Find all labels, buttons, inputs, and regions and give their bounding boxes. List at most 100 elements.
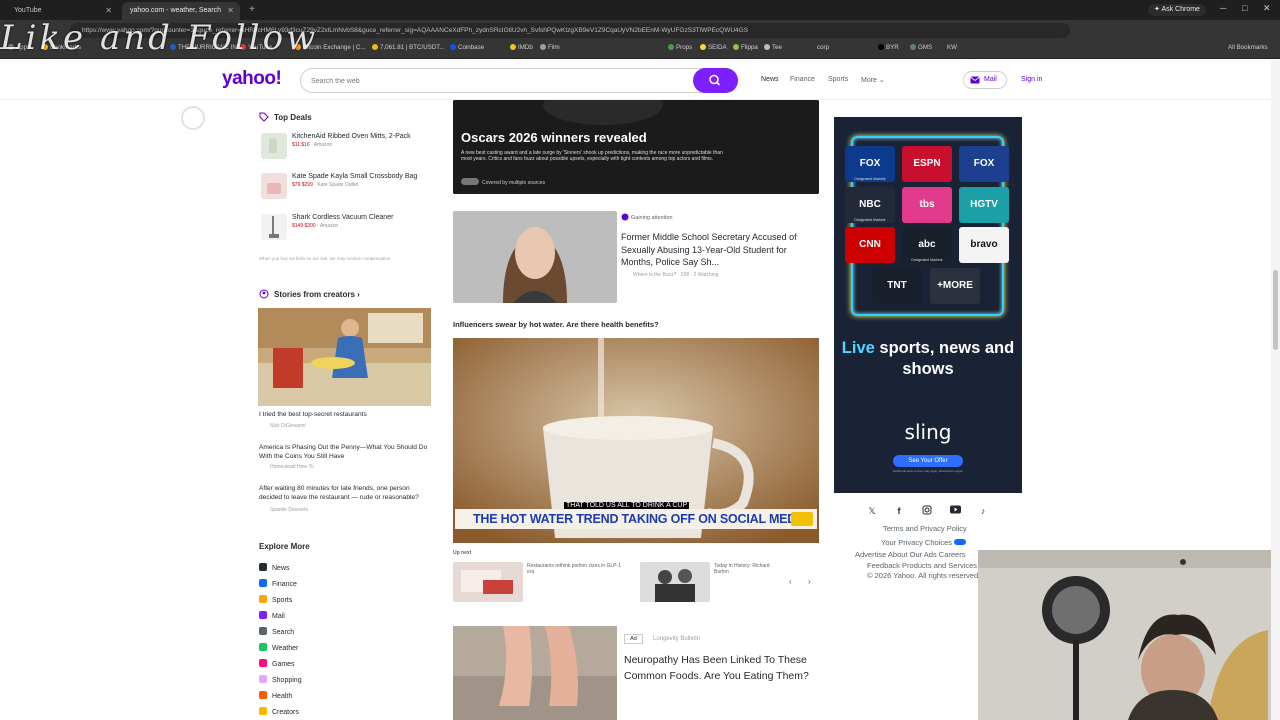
creator-icon bbox=[259, 289, 269, 299]
network-tile-espn: ESPN bbox=[902, 146, 952, 182]
bookmark-item[interactable]: IMDb bbox=[510, 44, 533, 51]
explore-label: Shopping bbox=[272, 677, 302, 684]
signin-link[interactable]: Sign in bbox=[1021, 76, 1042, 83]
carousel-next-icon[interactable]: › bbox=[808, 577, 811, 586]
search-input[interactable] bbox=[311, 74, 681, 88]
tiktok-icon[interactable]: ♪ bbox=[977, 505, 989, 517]
address-bar[interactable]: https://www.yahoo.com/?guccounter=1&guce… bbox=[70, 23, 1070, 38]
creator-story-title[interactable]: After waiting 80 minutes for late friend… bbox=[259, 484, 434, 502]
deal-image[interactable] bbox=[261, 214, 287, 240]
hero-card[interactable]: Oscars 2026 winners revealed A new best … bbox=[453, 100, 819, 194]
creator-story-image[interactable] bbox=[258, 308, 431, 406]
bookmark-item[interactable]: corp bbox=[817, 44, 829, 51]
tab-youtube[interactable]: YouTube ✕ bbox=[6, 2, 118, 20]
privacy-choices-link[interactable]: Your Privacy Choices bbox=[881, 538, 967, 547]
deal-title[interactable]: Shark Cordless Vacuum Cleaner bbox=[292, 214, 393, 221]
ad-sponsor[interactable]: Longevity Bulletin bbox=[653, 636, 700, 642]
see-offer-button[interactable]: See Your Offer bbox=[893, 455, 963, 467]
deal-title[interactable]: Kate Spade Kayla Small Crossbody Bag bbox=[292, 173, 417, 180]
creator-source[interactable]: Homestead How-To bbox=[270, 464, 314, 470]
bookmark-item[interactable]: Bitcoin Exchange | C... bbox=[295, 44, 365, 51]
tab-yahoo[interactable]: yahoo.com - weather, Search ✕ bbox=[122, 2, 240, 20]
bookmark-item[interactable]: Coinbase bbox=[450, 44, 484, 51]
terms-link[interactable]: Terms and Privacy Policy bbox=[883, 524, 967, 533]
creator-source[interactable]: Nick DiGiovanni bbox=[270, 423, 306, 429]
hero-title[interactable]: Oscars 2026 winners revealed bbox=[461, 130, 647, 145]
all-bookmarks[interactable]: All Bookmarks bbox=[1228, 44, 1268, 51]
creator-story-title[interactable]: America Is Phasing Out the Penny—What Yo… bbox=[259, 443, 434, 461]
explore-item-news[interactable]: News bbox=[259, 563, 290, 572]
scrollbar-thumb[interactable] bbox=[1273, 270, 1278, 350]
mail-icon bbox=[970, 76, 980, 84]
creator-source[interactable]: Sparkle Desserts bbox=[270, 507, 308, 513]
mail-button[interactable]: Mail bbox=[963, 71, 1007, 89]
footer-links-row[interactable]: Advertise About Our Ads Careers bbox=[855, 550, 965, 559]
bookmark-item[interactable]: KW bbox=[947, 44, 957, 51]
explore-item-health[interactable]: Health bbox=[259, 691, 292, 700]
explore-item-weather[interactable]: Weather bbox=[259, 643, 298, 652]
yahoo-logo[interactable]: yahoo! bbox=[222, 68, 282, 90]
page-scrollbar[interactable] bbox=[1271, 60, 1280, 720]
footer-links-row[interactable]: Feedback Products and Services bbox=[867, 561, 977, 570]
explore-item-creators[interactable]: Creators bbox=[259, 707, 299, 716]
bookmark-item[interactable]: 7,061.81 | BTC/USDT... bbox=[372, 44, 445, 51]
ad-title[interactable]: Neuropathy Has Been Linked To These Comm… bbox=[624, 652, 819, 684]
bookmark-item[interactable]: GMS bbox=[910, 44, 932, 51]
bookmark-item[interactable]: THE HURRICANE INT... bbox=[170, 44, 245, 51]
facebook-icon[interactable]: f bbox=[893, 505, 905, 517]
explore-item-mail[interactable]: Mail bbox=[259, 611, 285, 620]
nav-news[interactable]: News bbox=[761, 76, 779, 83]
nav-more[interactable]: More ⌄ bbox=[861, 76, 885, 84]
bookmark-item[interactable]: SEIDA bbox=[700, 44, 727, 51]
creator-story-title[interactable]: I tried the best top-secret restaurants bbox=[259, 410, 431, 419]
video-heading[interactable]: Influencers swear by hot water. Are ther… bbox=[453, 320, 659, 329]
explore-item-sports[interactable]: Sports bbox=[259, 595, 292, 604]
explore-label: Health bbox=[272, 693, 293, 700]
network-tile-cnn: CNN bbox=[845, 227, 895, 263]
bookmark-item[interactable]: Bookmarks bbox=[42, 44, 81, 51]
story-image[interactable] bbox=[453, 211, 617, 303]
x-icon[interactable]: 𝕏 bbox=[866, 505, 878, 517]
up-next-thumb[interactable] bbox=[640, 562, 710, 602]
up-next-caption[interactable]: Today in History: Richard Burton bbox=[714, 563, 774, 575]
close-window-icon[interactable]: ✕ bbox=[1263, 3, 1271, 14]
search-button[interactable] bbox=[693, 68, 738, 93]
bookmark-item[interactable]: BYR bbox=[878, 44, 899, 51]
chevron-right-icon: › bbox=[357, 290, 360, 299]
bookmark-item[interactable]: YouTube bbox=[240, 44, 272, 51]
explore-item-finance[interactable]: Finance bbox=[259, 579, 297, 588]
deal-image[interactable] bbox=[261, 133, 287, 159]
explore-item-search[interactable]: Search bbox=[259, 627, 294, 636]
deal-image[interactable] bbox=[261, 173, 287, 199]
creators-icon bbox=[259, 707, 267, 715]
bookmark-item[interactable]: Props bbox=[668, 44, 692, 51]
network-tile-fox: FOX Designated Markets bbox=[845, 146, 895, 182]
story-title[interactable]: Former Middle School Secretary Accused o… bbox=[621, 231, 811, 269]
ad-image[interactable] bbox=[453, 626, 617, 720]
up-next-label: Up next bbox=[453, 550, 472, 556]
deal-title[interactable]: KitchenAid Ribbed Oven Mitts, 2-Pack bbox=[292, 133, 411, 140]
bookmark-item[interactable]: Apps bbox=[8, 44, 30, 51]
maximize-icon[interactable]: □ bbox=[1242, 3, 1247, 13]
stories-from-creators-title[interactable]: Stories from creators › bbox=[274, 290, 360, 299]
up-next-thumb[interactable] bbox=[453, 562, 523, 602]
toolbar: ← → ↻ https://www.yahoo.com/?guccounter=… bbox=[0, 20, 1280, 54]
bookmark-item[interactable]: Tee bbox=[764, 44, 782, 51]
nav-sports[interactable]: Sports bbox=[828, 76, 848, 83]
instagram-icon[interactable] bbox=[921, 505, 933, 517]
close-tab-icon[interactable]: ✕ bbox=[105, 6, 112, 15]
bookmark-item[interactable]: Film bbox=[540, 44, 560, 51]
explore-item-shopping[interactable]: Shopping bbox=[259, 675, 302, 684]
bookmark-item[interactable]: Flippa bbox=[733, 44, 758, 51]
minimize-icon[interactable]: ─ bbox=[1220, 3, 1226, 13]
new-tab-icon[interactable]: + bbox=[246, 4, 258, 16]
close-tab-icon[interactable]: ✕ bbox=[227, 6, 234, 15]
explore-label: Weather bbox=[272, 645, 299, 652]
ask-chrome-button[interactable]: ✦ Ask Chrome bbox=[1148, 4, 1206, 16]
carousel-prev-icon[interactable]: ‹ bbox=[789, 577, 792, 586]
up-next-caption[interactable]: Restaurants rethink portion sizes in GLP… bbox=[527, 563, 622, 575]
youtube-icon[interactable] bbox=[949, 505, 961, 517]
sling-tagline: Live sports, news and shows bbox=[841, 339, 1015, 378]
explore-item-games[interactable]: Games bbox=[259, 659, 295, 668]
nav-finance[interactable]: Finance bbox=[790, 76, 815, 83]
